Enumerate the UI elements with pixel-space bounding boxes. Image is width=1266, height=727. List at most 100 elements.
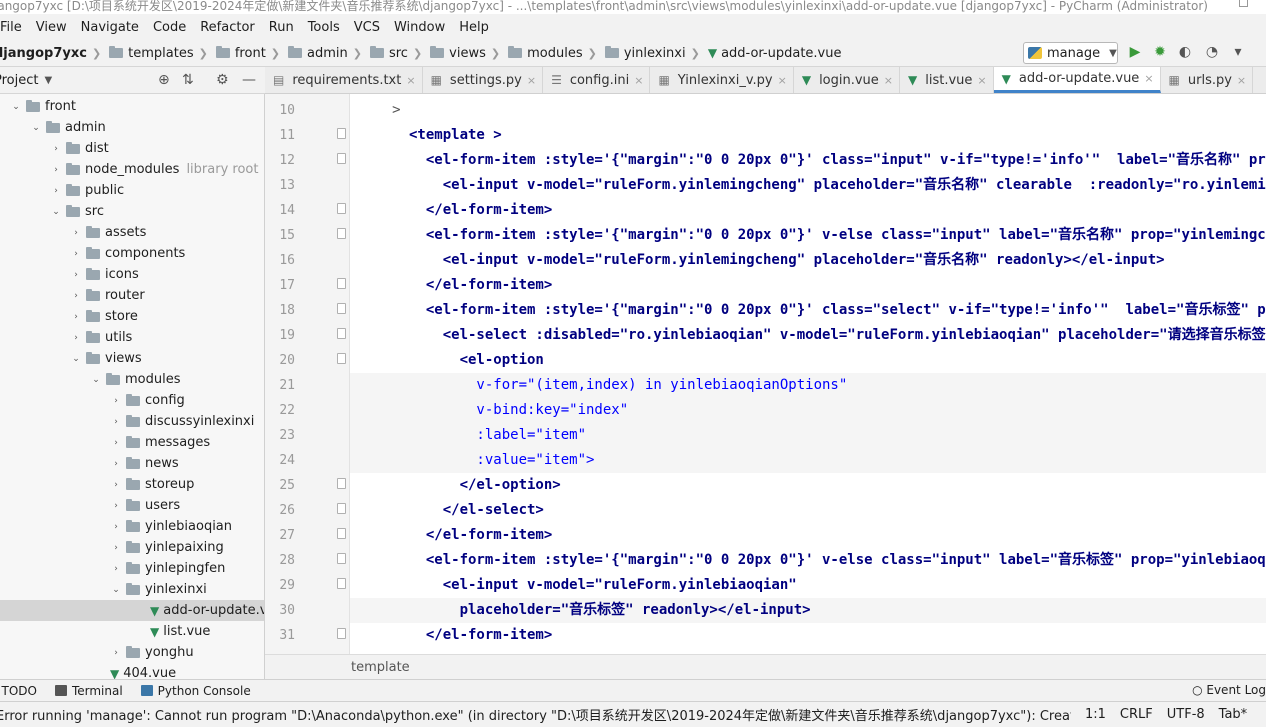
menu-navigate[interactable]: Navigate [74,20,146,35]
tree-item-messages[interactable]: › messages [0,432,264,453]
tool-window-python-console[interactable]: Python Console [140,684,251,698]
chevron-down-icon[interactable]: ⌄ [90,375,102,385]
chevron-right-icon[interactable]: › [50,165,62,175]
gear-icon[interactable]: ⚙ [216,72,229,88]
close-icon[interactable]: × [406,74,415,87]
chevron-down-icon[interactable]: ⌄ [10,102,22,112]
tree-item-yinlexinxi[interactable]: ⌄ yinlexinxi [0,579,264,600]
debug-icon[interactable]: ✹ [1152,44,1168,60]
close-icon[interactable]: × [634,74,643,87]
coverage-icon[interactable]: ◐ [1177,44,1193,60]
tree-item-modules[interactable]: ⌄ modules [0,369,264,390]
close-icon[interactable]: × [884,74,893,87]
close-icon[interactable]: × [977,74,986,87]
breadcrumb-templates[interactable]: templates ❯ [105,46,212,61]
tree-item-utils[interactable]: › utils [0,327,264,348]
status-message[interactable]: Error running 'manage': Cannot run progr… [0,705,1071,724]
close-icon[interactable]: × [1144,72,1153,85]
tree-item-assets[interactable]: › assets [0,222,264,243]
build-icon[interactable]: ▾ [1230,44,1246,60]
indent-setting[interactable]: Tab* [1219,707,1248,722]
fold-marker-icon[interactable] [337,578,346,589]
menu-file[interactable]: File [0,20,29,35]
tree-item-views[interactable]: ⌄ views [0,348,264,369]
menu-vcs[interactable]: VCS [347,20,387,35]
tree-item-users[interactable]: › users [0,495,264,516]
fold-marker-icon[interactable] [337,553,346,564]
chevron-right-icon[interactable]: › [70,333,82,343]
project-panel-title[interactable]: Project [0,73,38,88]
tree-item-router[interactable]: › router [0,285,264,306]
chevron-right-icon[interactable]: › [110,648,122,658]
tree-item-list-vue[interactable]: ▼ list.vue [0,621,264,642]
tab-add-or-update-vue[interactable]: ▼ add-or-update.vue × [993,67,1161,93]
fold-marker-icon[interactable] [337,303,346,314]
chevron-right-icon[interactable]: › [110,480,122,490]
fold-marker-icon[interactable] [337,278,346,289]
chevron-down-icon[interactable]: ⌄ [30,123,42,133]
breadcrumb-front[interactable]: front ❯ [212,46,284,61]
chevron-down-icon[interactable]: ⌄ [50,207,62,217]
breadcrumb-admin[interactable]: admin ❯ [284,46,366,61]
menu-refactor[interactable]: Refactor [193,20,262,35]
tree-item-dist[interactable]: › dist [0,138,264,159]
tree-item-store[interactable]: › store [0,306,264,327]
breadcrumb-project[interactable]: djangop7yxc ❯ [0,46,105,61]
locate-icon[interactable]: ⊕ [158,72,170,88]
close-icon[interactable]: × [1237,74,1246,87]
collapse-all-icon[interactable]: ⇅ [182,72,194,88]
menu-help[interactable]: Help [452,20,496,35]
maximize-icon[interactable] [1239,0,1248,7]
tree-item-404-vue[interactable]: ▼ 404.vue [0,663,264,679]
chevron-right-icon[interactable]: › [110,396,122,406]
chevron-right-icon[interactable]: › [110,522,122,532]
breadcrumb-yinlexinxi[interactable]: yinlexinxi ❯ [601,46,704,61]
tree-item-discussyinlexinxi[interactable]: › discussyinlexinxi [0,411,264,432]
fold-marker-icon[interactable] [337,628,346,639]
tree-item-public[interactable]: › public [0,180,264,201]
tree-item-storeup[interactable]: › storeup [0,474,264,495]
tab-urls-py[interactable]: ▦ urls.py × [1161,67,1254,93]
tree-item-components[interactable]: › components [0,243,264,264]
fold-marker-icon[interactable] [337,478,346,489]
tab-list-vue[interactable]: ▼ list.vue × [900,67,994,93]
tool-window-todo[interactable]: 6: TODO [0,684,37,698]
chevron-down-icon[interactable]: ⌄ [70,354,82,364]
breadcrumb-src[interactable]: src ❯ [366,46,426,61]
tree-item-news[interactable]: › news [0,453,264,474]
breadcrumb-views[interactable]: views ❯ [426,46,504,61]
run-icon[interactable]: ▶ [1127,44,1143,60]
close-icon[interactable]: × [527,74,536,87]
chevron-down-icon[interactable]: ▼ [44,75,52,86]
chevron-right-icon[interactable]: › [70,291,82,301]
fold-marker-icon[interactable] [337,228,346,239]
tree-item-yinlepaixing[interactable]: › yinlepaixing [0,537,264,558]
tab-requirements-txt[interactable]: ▤ requirements.txt × [265,67,423,93]
menu-run[interactable]: Run [262,20,301,35]
tree-item-add-or-update-vue[interactable]: ▼add-or-update.vue [0,600,264,621]
chevron-right-icon[interactable]: › [110,501,122,511]
chevron-right-icon[interactable]: › [70,312,82,322]
caret-position[interactable]: 1:1 [1085,707,1106,722]
hide-icon[interactable]: — [242,72,256,88]
chevron-right-icon[interactable]: › [110,459,122,469]
menu-code[interactable]: Code [146,20,193,35]
tree-item-icons[interactable]: › icons [0,264,264,285]
run-configuration-select[interactable]: manage ▼ [1023,42,1118,64]
fold-marker-icon[interactable] [337,353,346,364]
tab-yinlexinxi-v-py[interactable]: ▦ Yinlexinxi_v.py × [650,67,794,93]
fold-marker-icon[interactable] [337,203,346,214]
tab-config-ini[interactable]: ☰ config.ini × [543,67,651,93]
fold-marker-icon[interactable] [337,503,346,514]
tree-item-yonghu[interactable]: › yonghu [0,642,264,663]
tree-item-front[interactable]: ⌄ front [0,96,264,117]
tree-item-src[interactable]: ⌄ src [0,201,264,222]
editor-breadcrumb-item[interactable]: template [351,660,410,675]
tree-item-yinlebiaoqian[interactable]: › yinlebiaoqian [0,516,264,537]
fold-marker-icon[interactable] [337,128,346,139]
tool-window-terminal[interactable]: Terminal [54,684,123,698]
fold-marker-icon[interactable] [337,153,346,164]
breadcrumb-modules[interactable]: modules ❯ [504,46,601,61]
breadcrumb-file[interactable]: ▼ add-or-update.vue [704,46,842,61]
tab-settings-py[interactable]: ▦ settings.py × [423,67,544,93]
